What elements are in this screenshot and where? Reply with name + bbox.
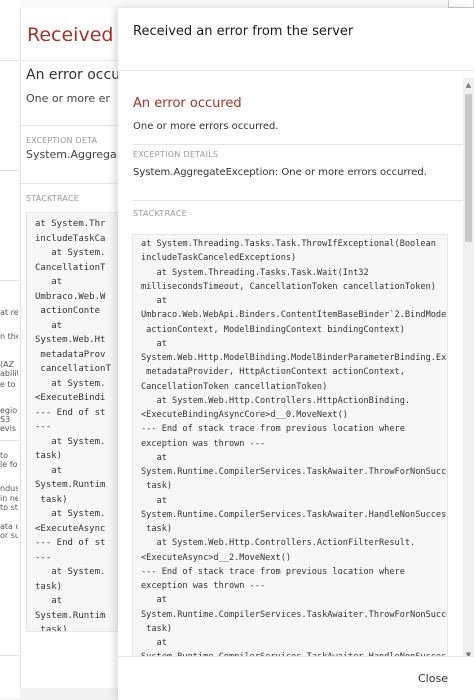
background-left-text: le fo xyxy=(0,460,18,469)
stacktrace-line: at xyxy=(141,338,167,349)
stacktrace-line: task) xyxy=(141,623,173,634)
panel-content[interactable]: An error occured One or more errors occu… xyxy=(118,78,463,678)
scroll-thumb[interactable] xyxy=(465,94,472,242)
background-stacktrace-label: STACKTRACE xyxy=(26,194,79,203)
stacktrace-line: at xyxy=(141,296,167,306)
background-exception-value: System.Aggrega xyxy=(26,148,117,161)
stacktrace-line: metadataProvider, HttpActionContext acti… xyxy=(141,367,405,378)
stacktrace-line: --- End of stack trace from previous loc… xyxy=(141,566,405,577)
panel-header: Received an error from the server xyxy=(118,8,474,63)
scroll-up-arrow-icon[interactable]: ▲ xyxy=(463,78,474,92)
background-left-text: abilit xyxy=(0,369,18,378)
background-divider xyxy=(20,60,130,61)
background-left-divider xyxy=(0,655,18,656)
stacktrace-line: exception was thrown --- xyxy=(141,581,266,591)
background-left-text: ndust xyxy=(0,484,18,493)
section-divider xyxy=(133,144,463,145)
stacktrace-line: at xyxy=(141,595,167,606)
background-left-text: evis xyxy=(0,424,17,433)
background-exception-label: EXCEPTION DETA xyxy=(26,136,98,145)
stacktrace-line: --- End of stack trace from previous loc… xyxy=(141,424,405,435)
stacktrace-line: at xyxy=(141,452,167,463)
stacktrace-line: at xyxy=(141,638,167,648)
stacktrace-line: Umbraco.Web.WebApi.Binders.ContentItemBa… xyxy=(141,310,448,321)
background-left-divider xyxy=(0,60,18,61)
stacktrace-line: includeTaskCanceledExceptions) xyxy=(141,253,297,264)
background-left-text: at re xyxy=(0,308,18,317)
header-divider xyxy=(118,70,474,71)
close-button[interactable]: Close xyxy=(418,672,448,685)
panel-title: Received an error from the server xyxy=(133,24,354,39)
error-title: An error occured xyxy=(133,96,242,111)
stacktrace-line: at System.Threading.Tasks.Task.ThrowIfEx… xyxy=(141,239,436,249)
stacktrace-line: System.Runtime.CompilerServices.TaskAwai… xyxy=(141,509,448,520)
stacktrace-label: STACKTRACE xyxy=(133,209,187,218)
background-left-divider xyxy=(0,280,18,281)
stacktrace-line: at System.Web.Http.Controllers.HttpActio… xyxy=(141,395,411,406)
exception-details-label: EXCEPTION DETAILS xyxy=(133,150,219,159)
panel-scrollbar[interactable]: ▲ ▼ xyxy=(463,78,474,662)
stacktrace-line: CancellationToken cancellationToken) xyxy=(141,381,328,392)
background-left-strip: at ren the(AZabilite toegioS3evistole fo… xyxy=(0,0,20,699)
background-divider xyxy=(20,183,130,184)
background-error-message: One or more er xyxy=(26,92,110,105)
stacktrace-line: at xyxy=(141,495,167,506)
background-left-divider xyxy=(0,440,18,441)
stacktrace-line: at System.Threading.Tasks.Task.Wait(Int3… xyxy=(141,267,369,278)
stacktrace-box[interactable]: at System.Threading.Tasks.Task.ThrowIfEx… xyxy=(132,234,448,678)
exception-details-value: System.AggregateException: One or more e… xyxy=(133,167,427,178)
background-left-text: n the xyxy=(0,332,18,341)
background-left-text: e to xyxy=(0,380,16,389)
stacktrace-line: actionContext, ModelBindingContext bindi… xyxy=(141,324,405,335)
background-left-text: to sto xyxy=(0,503,18,512)
stacktrace-line: task) xyxy=(141,481,173,492)
stacktrace-line: millisecondsTimeout, CancellationToken c… xyxy=(141,281,436,292)
stacktrace-line: at System.Web.Http.Controllers.ActionFil… xyxy=(141,538,416,549)
background-divider xyxy=(20,125,130,126)
background-left-divider xyxy=(0,170,18,171)
stacktrace-line: <ExecuteAsync>d__2.MoveNext() xyxy=(141,552,292,563)
background-error-heading: An error occu xyxy=(26,67,121,83)
tab-corner xyxy=(448,0,474,8)
stacktrace-line: task) xyxy=(141,524,173,534)
section-divider xyxy=(133,200,463,201)
error-panel: Received an error from the server An err… xyxy=(118,8,474,700)
stacktrace-line: exception was thrown --- xyxy=(141,438,266,449)
stacktrace-line: System.Runtime.CompilerServices.TaskAwai… xyxy=(141,609,448,620)
stacktrace-text: at System.Threading.Tasks.Task.ThrowIfEx… xyxy=(133,235,447,665)
background-left-text: or su xyxy=(0,531,18,540)
panel-footer: Close xyxy=(118,656,474,700)
stacktrace-line: System.Web.Http.ModelBinding.ModelBinder… xyxy=(141,353,448,363)
error-message: One or more errors occurred. xyxy=(133,121,279,132)
background-dialog-title: Received xyxy=(27,24,114,46)
stacktrace-line: System.Runtime.CompilerServices.TaskAwai… xyxy=(141,467,448,477)
stacktrace-line: <ExecuteBindingAsyncCore>d__0.MoveNext() xyxy=(141,410,348,420)
